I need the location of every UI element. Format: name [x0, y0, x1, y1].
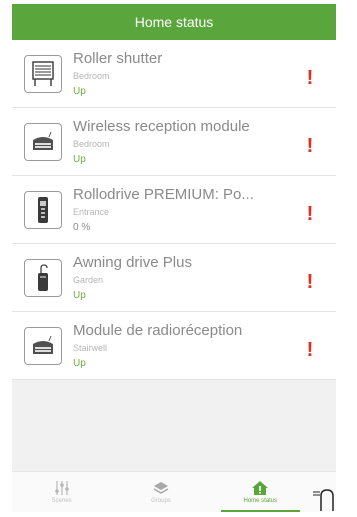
device-list: Roller shutter Bedroom Up ! Wireless rec… [12, 40, 336, 380]
groups-icon [153, 482, 169, 494]
device-title: Wireless reception module [73, 118, 250, 135]
device-room: Garden [73, 275, 104, 285]
tab-groups[interactable]: Groups [111, 472, 210, 512]
alert-icon: ! [306, 135, 314, 157]
alert-icon: ! [306, 67, 314, 89]
device-room: Bedroom [73, 71, 110, 81]
device-status: Up [73, 290, 86, 301]
sliders-icon [54, 481, 69, 495]
device-room: Entrance [73, 207, 110, 217]
awning-drive-icon [24, 258, 62, 297]
alert-icon: ! [306, 271, 314, 293]
tab-label: Home status [243, 498, 278, 504]
reception-module-icon [24, 122, 62, 161]
device-item-wireless-reception-module[interactable]: Wireless reception module Bedroom Up ! [12, 108, 336, 176]
app-screen: Home status Roller shutter Bedroom Up ! … [12, 4, 336, 512]
roller-shutter-icon [24, 54, 62, 93]
device-room: Bedroom [73, 139, 110, 149]
device-title: Roller shutter [73, 50, 163, 67]
device-status: 0 % [73, 222, 91, 233]
tab-scenes[interactable]: Scenes [12, 472, 111, 512]
app-header: Home status [12, 4, 336, 40]
device-room: Stairwell [73, 343, 108, 353]
device-item-module-de-radioreception[interactable]: Module de radioréception Stairwell Up ! [12, 312, 336, 380]
more-menu-icon[interactable] [310, 484, 336, 512]
tab-label: Scenes [51, 498, 72, 504]
alert-icon: ! [306, 339, 314, 361]
device-status: Up [73, 358, 86, 369]
tab-label: Groups [151, 498, 171, 504]
belt-winder-icon [24, 190, 62, 229]
device-item-roller-shutter[interactable]: Roller shutter Bedroom Up ! [12, 40, 336, 108]
alert-icon: ! [306, 203, 314, 225]
device-status: Up [73, 86, 86, 97]
device-item-awning-drive-plus[interactable]: Awning drive Plus Garden Up ! [12, 244, 336, 312]
reception-module-icon [24, 326, 62, 365]
home-alert-icon [252, 481, 269, 495]
device-item-rollodrive-premium[interactable]: Rollodrive PREMIUM: Po... Entrance 0 % ! [12, 176, 336, 244]
device-title: Rollodrive PREMIUM: Po... [73, 186, 254, 203]
device-title: Module de radioréception [73, 322, 243, 339]
tab-home-status[interactable]: Home status [211, 472, 310, 512]
device-title: Awning drive Plus [73, 254, 192, 271]
page-title: Home status [134, 14, 214, 30]
bottom-tab-bar: Scenes Groups Home status [12, 471, 336, 512]
device-status: Up [73, 154, 86, 165]
